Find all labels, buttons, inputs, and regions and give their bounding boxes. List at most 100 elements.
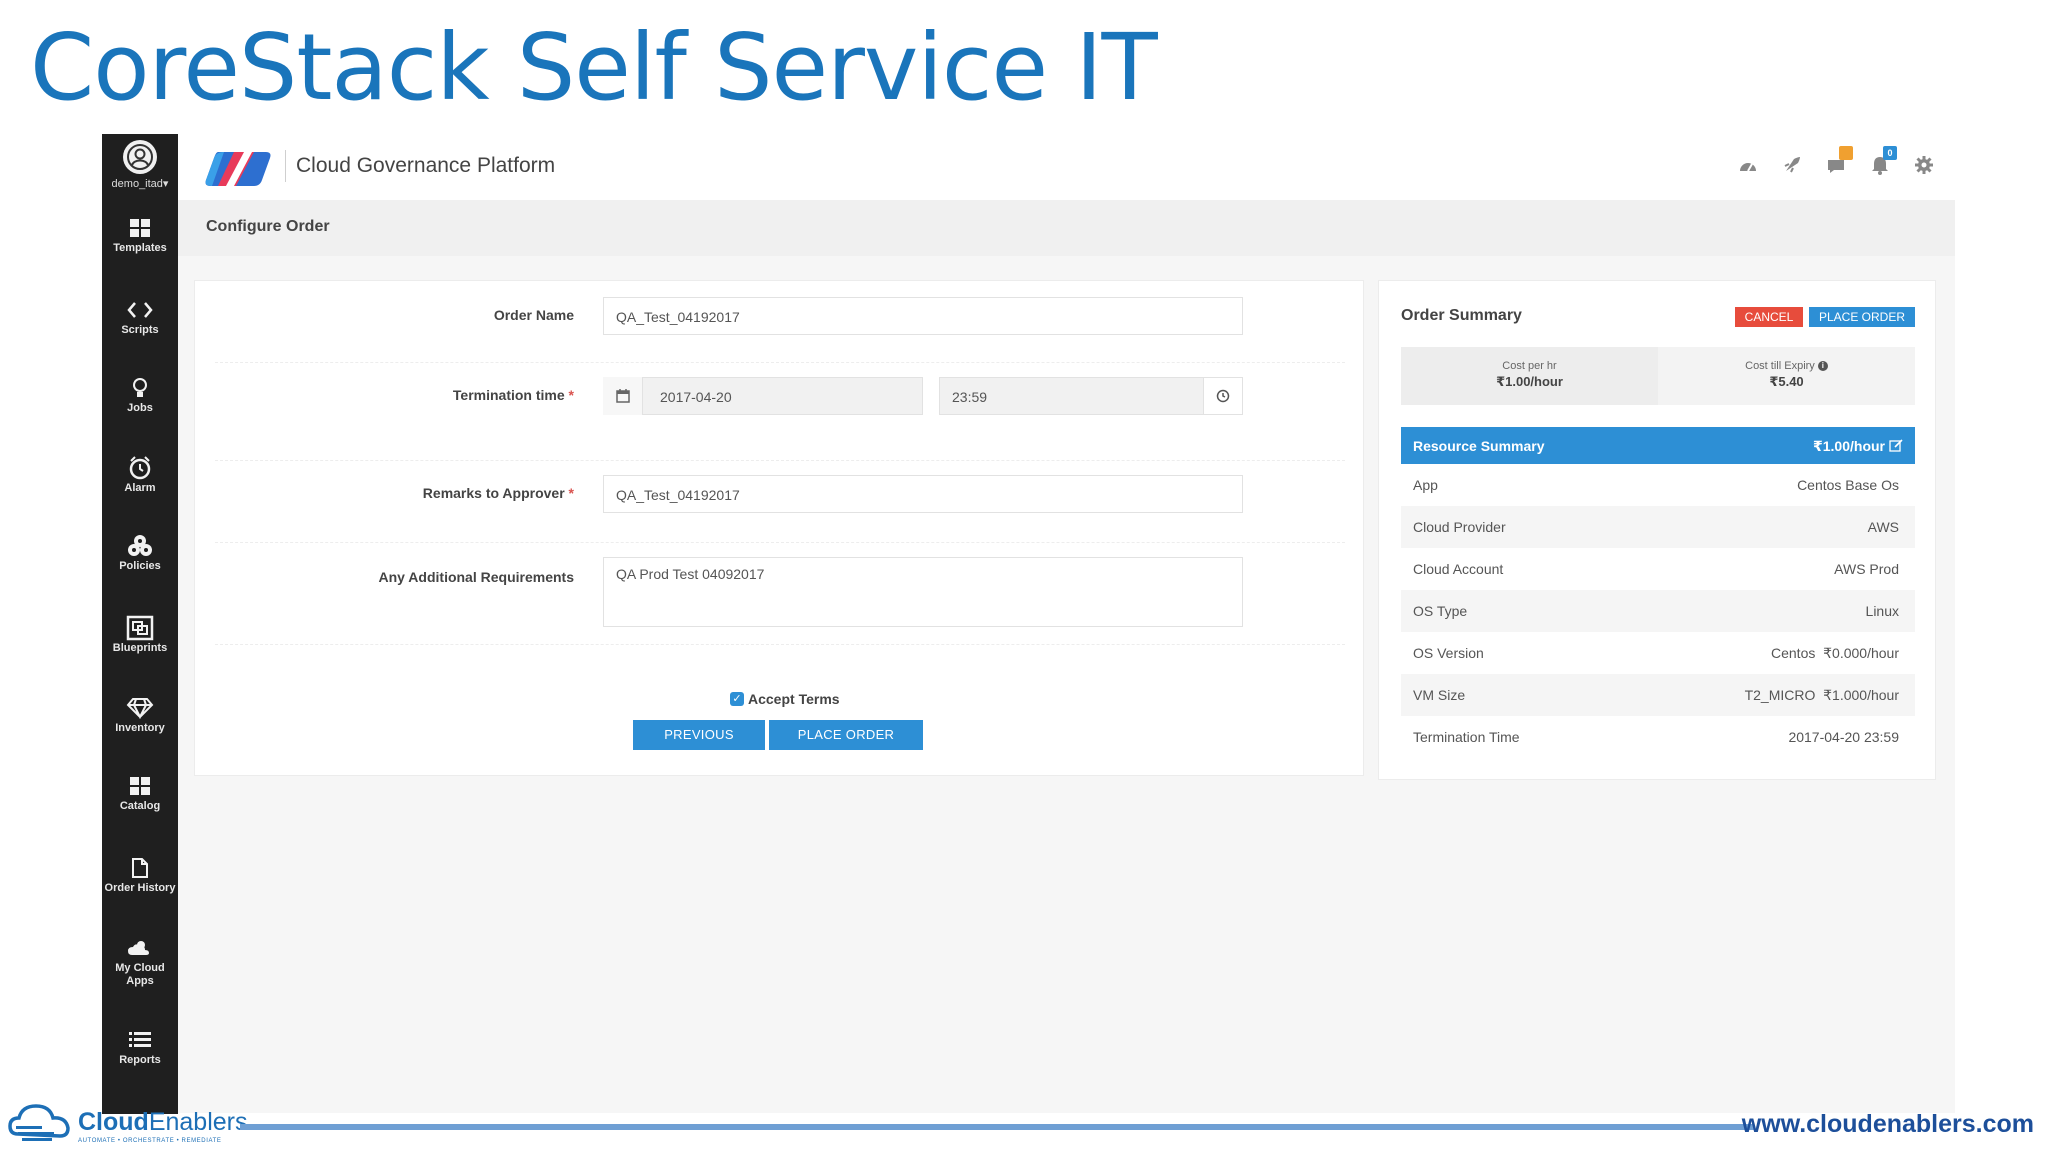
summary-value: 2017-04-20 23:59 — [1788, 729, 1899, 745]
sidebar: demo_itad▾ Templates Scripts Jobs Alarm … — [102, 134, 178, 1114]
caret-down-icon: ▾ — [162, 178, 169, 190]
rocket-icon[interactable] — [1781, 154, 1803, 176]
termination-time-input[interactable]: 23:59 — [939, 377, 1243, 415]
accept-terms[interactable]: ✓ Accept Terms — [730, 691, 840, 707]
sidebar-item-jobs[interactable]: Jobs — [102, 374, 178, 415]
edit-icon[interactable] — [1889, 438, 1903, 455]
bulb-icon — [102, 374, 178, 402]
notifications-badge: 0 — [1883, 146, 1897, 160]
cost-per-hr: Cost per hr ₹1.00/hour — [1401, 360, 1658, 390]
order-form: Order Name QA_Test_04192017 Termination … — [194, 280, 1364, 776]
resource-summary-price: ₹1.00/hour — [1813, 438, 1885, 454]
summary-row-os-version: OS Version Centos ₹0.000/hour — [1401, 632, 1915, 674]
resource-summary-header: Resource Summary ₹1.00/hour — [1401, 427, 1915, 464]
cloudenablers-logo: CloudEnablers AUTOMATE • ORCHESTRATE • R… — [8, 1100, 248, 1148]
termination-date-input[interactable]: 2017-04-20 — [603, 377, 923, 415]
sidebar-item-order-history[interactable]: Order History — [102, 854, 178, 895]
accept-terms-label: Accept Terms — [748, 691, 840, 707]
sidebar-item-catalog[interactable]: Catalog — [102, 772, 178, 813]
remarks-label: Remarks to Approver * — [215, 485, 574, 501]
summary-key: OS Type — [1413, 603, 1468, 619]
order-name-row: Order Name QA_Test_04192017 — [215, 281, 1345, 363]
user-menu[interactable]: demo_itad▾ — [102, 140, 178, 190]
sidebar-item-alarm[interactable]: Alarm — [102, 454, 178, 495]
sidebar-item-label: Blueprints — [112, 642, 168, 654]
sidebar-item-templates[interactable]: Templates — [102, 214, 178, 255]
breadcrumb-bar: Configure Order — [178, 200, 1955, 256]
cost-expiry-value: ₹5.40 — [1769, 374, 1804, 389]
sidebar-item-label: Catalog — [119, 800, 161, 812]
remarks-row: Remarks to Approver * QA_Test_04192017 — [215, 461, 1345, 543]
chat-icon[interactable] — [1825, 146, 1853, 176]
additional-textarea[interactable]: QA Prod Test 04092017 — [603, 557, 1243, 627]
summary-value: Centos Base Os — [1797, 477, 1899, 493]
summary-value: T2_MICRO ₹1.000/hour — [1744, 687, 1899, 703]
catalog-icon — [102, 772, 178, 800]
sidebar-item-inventory[interactable]: Inventory — [102, 694, 178, 735]
additional-label: Any Additional Requirements — [378, 569, 574, 585]
sidebar-item-label: Templates — [113, 242, 167, 254]
resource-summary-price-wrap: ₹1.00/hour — [1813, 438, 1903, 455]
summary-row-os-type: OS Type Linux — [1401, 590, 1915, 632]
sidebar-item-label: Jobs — [127, 402, 153, 414]
alarm-icon — [102, 454, 178, 482]
summary-value: AWS — [1867, 519, 1899, 535]
cost-expiry-label: Cost till Expiry — [1745, 360, 1815, 372]
cost-expiry-label-wrap: Cost till Expiry i — [1658, 360, 1915, 372]
cloud-logo-icon — [8, 1104, 70, 1141]
cost-box: Cost per hr ₹1.00/hour Cost till Expiry … — [1401, 347, 1915, 405]
sidebar-item-label: Scripts — [121, 324, 159, 336]
summary-key: App — [1413, 477, 1438, 493]
summary-row-vm-size: VM Size T2_MICRO ₹1.000/hour — [1401, 674, 1915, 716]
sidebar-item-label-line2: Apps — [126, 975, 154, 987]
user-avatar-icon — [123, 140, 157, 174]
termination-label: Termination time * — [215, 387, 574, 403]
dashboard-icon[interactable] — [1737, 154, 1759, 176]
sidebar-item-label: Reports — [119, 1054, 161, 1066]
remarks-label-text: Remarks to Approver — [422, 485, 565, 501]
sidebar-item-scripts[interactable]: Scripts — [102, 296, 178, 337]
summary-place-order-button[interactable]: PLACE ORDER — [1809, 307, 1915, 327]
blueprint-icon — [102, 614, 178, 642]
place-order-button[interactable]: PLACE ORDER — [769, 720, 923, 750]
app-name: Cloud Governance Platform — [296, 154, 556, 177]
notification-icon[interactable]: 0 — [1869, 146, 1897, 176]
order-name-label: Order Name — [493, 307, 574, 323]
additional-row: Any Additional Requirements QA Prod Test… — [215, 543, 1345, 645]
calendar-icon[interactable] — [603, 377, 643, 415]
summary-row-app: App Centos Base Os — [1401, 464, 1915, 506]
termination-label-text: Termination time — [452, 387, 565, 403]
remarks-input[interactable]: QA_Test_04192017 — [603, 475, 1243, 513]
required-mark: * — [568, 387, 574, 403]
brand-tagline: AUTOMATE • ORCHESTRATE • REMEDIATE — [78, 1138, 222, 1144]
corestack-logo[interactable] — [204, 148, 274, 193]
logo-divider — [285, 150, 286, 182]
info-icon[interactable]: i — [1817, 361, 1828, 372]
document-icon — [102, 854, 178, 882]
sidebar-item-reports[interactable]: Reports — [102, 1026, 178, 1067]
code-icon — [102, 296, 178, 324]
messages-badge — [1839, 146, 1853, 160]
sidebar-item-blueprints[interactable]: Blueprints — [102, 614, 178, 655]
accept-terms-checkbox[interactable]: ✓ — [730, 692, 744, 706]
policies-icon — [102, 532, 178, 560]
footer-divider — [240, 1124, 1754, 1130]
previous-button[interactable]: PREVIOUS — [633, 720, 765, 750]
required-mark: * — [568, 485, 574, 501]
cost-till-expiry: Cost till Expiry i ₹5.40 — [1658, 347, 1915, 405]
summary-key: VM Size — [1413, 687, 1466, 703]
gear-icon[interactable] — [1913, 154, 1935, 176]
cancel-button[interactable]: CANCEL — [1735, 307, 1803, 327]
cost-per-hr-value: ₹1.00/hour — [1496, 374, 1563, 389]
sidebar-item-label: Alarm — [124, 482, 156, 494]
user-name: demo_itad — [111, 178, 163, 190]
app-window: Cloud Governance Platform 0 Configure Or… — [178, 134, 1955, 1113]
summary-key: Cloud Provider — [1413, 519, 1506, 535]
summary-row-cloud-account: Cloud Account AWS Prod — [1401, 548, 1915, 590]
order-summary-panel: Order Summary CANCEL PLACE ORDER Cost pe… — [1378, 280, 1936, 780]
order-name-input[interactable]: QA_Test_04192017 — [603, 297, 1243, 335]
sidebar-item-policies[interactable]: Policies — [102, 532, 178, 573]
footer-url[interactable]: www.cloudenablers.com — [1742, 1110, 2034, 1139]
clock-icon[interactable] — [1203, 377, 1243, 415]
sidebar-item-my-cloud-apps[interactable]: My Cloud Apps — [102, 934, 178, 988]
